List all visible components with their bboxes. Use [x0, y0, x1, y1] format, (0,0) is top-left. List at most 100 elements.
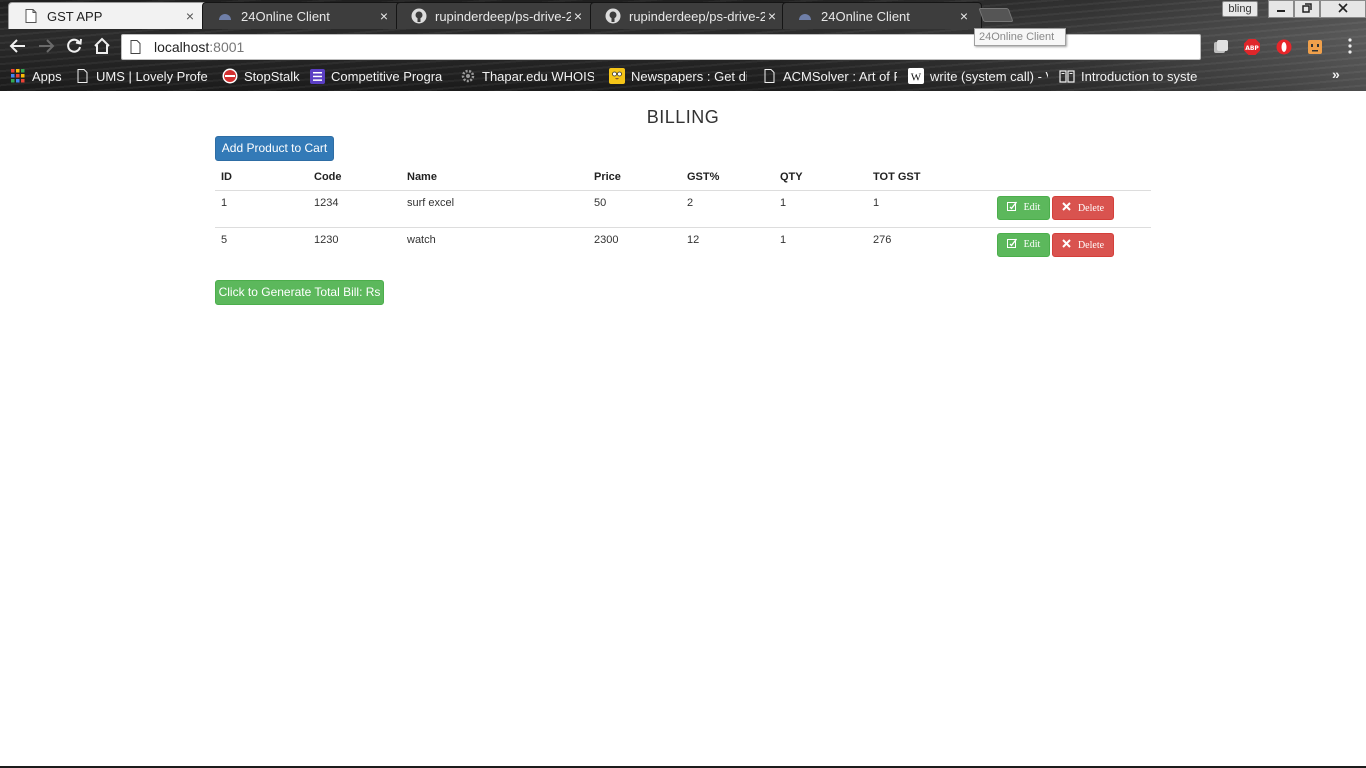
bookmark-label: Introduction to syste: [1081, 68, 1197, 84]
column-header-qty: QTY: [774, 164, 867, 191]
cell-qty: 1: [774, 190, 867, 228]
owl-icon: [609, 68, 625, 84]
forward-button[interactable]: [36, 37, 56, 57]
restore-button[interactable]: [1294, 0, 1320, 18]
cell-id: 5: [221, 233, 228, 246]
tab-24online-client[interactable]: 24Online Client ×: [782, 2, 982, 29]
new-tab-button[interactable]: [978, 8, 1014, 22]
bookmark-label: Competitive Program: [331, 68, 443, 84]
bookmark-apps[interactable]: Apps: [10, 67, 70, 85]
bookmark-label: UMS | Lovely Profess: [96, 68, 208, 84]
close-icon[interactable]: ×: [957, 9, 971, 23]
minimize-button[interactable]: [1268, 0, 1294, 18]
bookmark-thapar-whois[interactable]: Thapar.edu WHOIS, I: [460, 67, 594, 85]
tab-tooltip: 24Online Client: [974, 28, 1066, 46]
bookmark-label: ACMSolver : Art of Pr: [783, 68, 897, 84]
bookmark-competitive-programming[interactable]: Competitive Program: [309, 67, 443, 85]
table-row: 1 1234 surf excel 50 2 1 1 Edit Delete: [215, 190, 1151, 228]
cell-tot-gst: 1: [867, 190, 991, 228]
tab-strip: GST APP × 24Online Client × rupinderdeep…: [0, 0, 1366, 30]
tab-gst-app[interactable]: GST APP ×: [8, 2, 208, 29]
bookmark-write-system-call[interactable]: W write (system call) - V: [908, 67, 1048, 85]
cell-actions: Edit Delete: [991, 227, 1151, 264]
close-icon[interactable]: ×: [571, 9, 585, 23]
tab-github-repo[interactable]: rupinderdeep/ps-drive-2 ×: [590, 2, 790, 29]
bookmark-introduction-to-systems[interactable]: Introduction to syste: [1059, 67, 1197, 85]
close-icon[interactable]: ×: [377, 9, 391, 23]
delete-label: Delete: [1077, 239, 1105, 251]
adblock-icon[interactable]: ABP: [1243, 38, 1261, 56]
tab-title: 24Online Client: [241, 8, 330, 24]
wikipedia-icon: W: [908, 68, 924, 84]
tab-24online-client[interactable]: 24Online Client ×: [202, 2, 402, 29]
github-icon: [605, 8, 621, 24]
book-icon: [1059, 68, 1075, 84]
back-button[interactable]: [8, 37, 28, 57]
home-icon: [94, 37, 110, 54]
edit-button[interactable]: Edit: [997, 195, 1050, 220]
generate-total-bill-button[interactable]: Click to Generate Total Bill: Rs: [215, 280, 384, 305]
delete-button[interactable]: Delete: [1052, 196, 1114, 220]
document-icon: [23, 8, 39, 24]
bookmark-acmsolver[interactable]: ACMSolver : Art of Pr: [761, 67, 897, 85]
close-window-button[interactable]: [1320, 0, 1366, 18]
github-icon: [411, 8, 427, 24]
shield-extension-icon[interactable]: [1275, 38, 1293, 56]
menu-icon[interactable]: [1346, 38, 1354, 56]
add-product-to-cart-button[interactable]: Add Product to Cart: [215, 136, 334, 161]
column-header-id: ID: [215, 164, 308, 191]
cell-price: 50: [588, 190, 681, 228]
column-header-gst: GST%: [681, 164, 774, 191]
cloud-icon: [217, 8, 233, 24]
bookmarks-overflow-button[interactable]: »: [1332, 66, 1340, 82]
table-row: 5 1230 watch 2300 12 1 276 Edit Delete: [215, 227, 1151, 264]
tab-title: rupinderdeep/ps-drive-2: [629, 8, 765, 24]
address-host: localhost: [154, 39, 210, 55]
face-extension-icon[interactable]: [1306, 38, 1324, 56]
bookmark-newspapers[interactable]: Newspapers : Get dig: [609, 67, 747, 85]
browser-toolbar: localhost:8001 ABP: [0, 30, 1366, 63]
column-header-price: Price: [588, 164, 681, 191]
billing-table: ID Code Name Price GST% QTY TOT GST 1 12…: [215, 164, 1151, 264]
edit-label: Edit: [1023, 239, 1041, 250]
tab-title: rupinderdeep/ps-drive-2: [435, 8, 571, 24]
cell-gst: 12: [687, 233, 700, 246]
close-icon[interactable]: ×: [183, 9, 197, 23]
delete-button[interactable]: Delete: [1052, 233, 1114, 257]
cell-gst: 2: [681, 190, 774, 228]
bookmark-label: write (system call) - V: [930, 68, 1048, 84]
restore-icon: [1302, 3, 1312, 13]
profile-button[interactable]: bling: [1222, 1, 1258, 17]
page-content: BILLING Add Product to Cart ID Code Name…: [0, 91, 1366, 768]
back-arrow-icon: [9, 39, 25, 53]
tab-title: 24Online Client: [821, 8, 910, 24]
svg-text:W: W: [911, 72, 922, 84]
cell-id: 1: [215, 190, 308, 228]
close-icon: [1338, 3, 1348, 13]
table-header-row: ID Code Name Price GST% QTY TOT GST: [215, 164, 1151, 191]
cell-code: 1234: [308, 190, 401, 228]
cell-name: surf excel: [401, 190, 588, 228]
edit-button[interactable]: Edit: [997, 232, 1050, 257]
gear-icon: [460, 68, 476, 84]
reload-icon: [67, 38, 82, 53]
cloud-icon: [797, 8, 813, 24]
extension-icon[interactable]: [1212, 38, 1230, 56]
cell-tot-gst: 276: [873, 233, 892, 246]
home-button[interactable]: [92, 37, 112, 57]
page-title: BILLING: [646, 107, 720, 127]
forward-arrow-icon: [39, 39, 55, 53]
close-icon[interactable]: ×: [765, 9, 779, 23]
minimize-icon: [1277, 10, 1285, 12]
apps-grid-icon: [10, 68, 26, 84]
cell-actions: Edit Delete: [991, 190, 1151, 228]
svg-text:ABP: ABP: [1245, 45, 1259, 52]
reload-button[interactable]: [64, 37, 84, 57]
column-header-code: Code: [308, 164, 401, 191]
bookmark-stopstalk[interactable]: StopStalk: [222, 67, 302, 85]
cell-code: 1230: [314, 233, 339, 246]
tab-github-repo[interactable]: rupinderdeep/ps-drive-2 ×: [396, 2, 596, 29]
bookmark-ums[interactable]: UMS | Lovely Profess: [74, 67, 208, 85]
edit-label: Edit: [1023, 202, 1041, 213]
stopstalk-icon: [222, 68, 238, 84]
